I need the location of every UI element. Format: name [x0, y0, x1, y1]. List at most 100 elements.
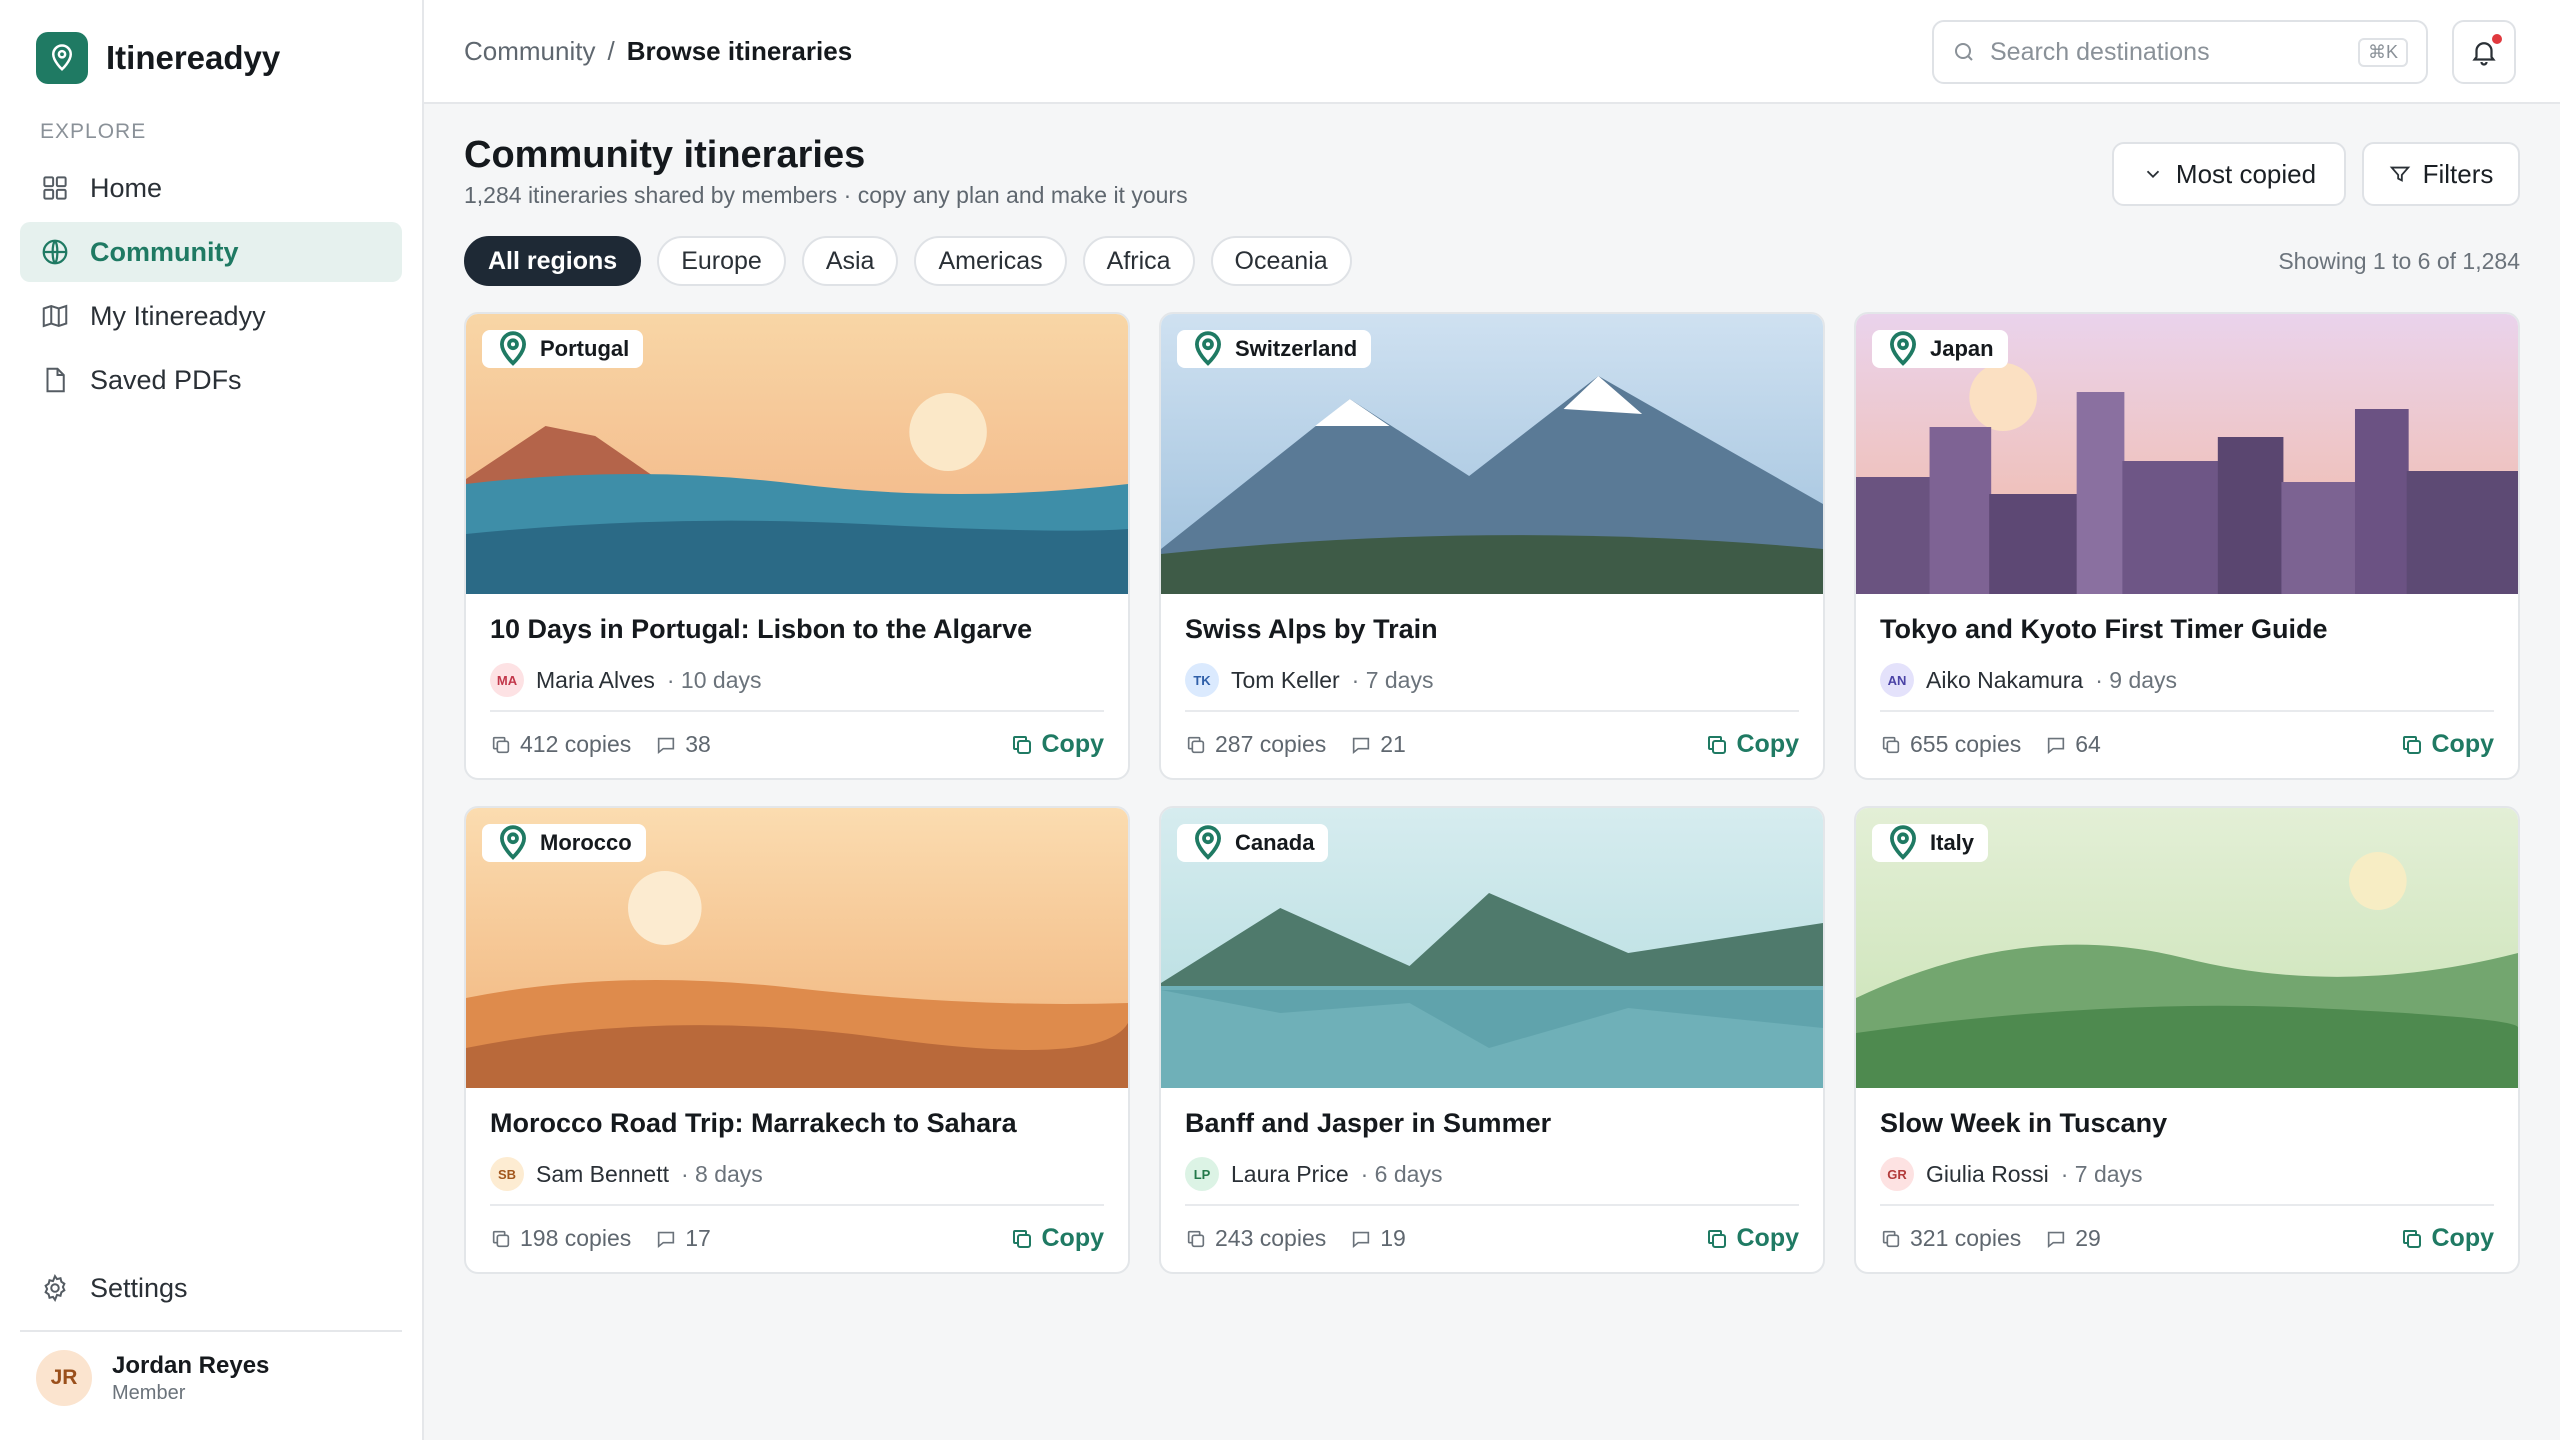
- country-label: Japan: [1930, 336, 1994, 361]
- sidebar-nav: Home Community My Itinereadyy Saved PDFs: [20, 158, 402, 414]
- sidebar-item-my-itinereadyy[interactable]: My Itinereadyy: [20, 286, 402, 346]
- card-footer: 287 copies 21 Copy: [1185, 710, 1799, 759]
- sidebar-item-label: Community: [90, 236, 239, 267]
- comment-icon: [1353, 737, 1370, 754]
- itinerary-card[interactable]: Japan Tokyo and Kyoto First Timer Guide …: [1854, 312, 2520, 780]
- copies-stat: 287 copies: [1185, 731, 1326, 758]
- copy-icon: [1707, 735, 1726, 754]
- sidebar-settings: Settings: [20, 1258, 402, 1322]
- breadcrumb-current: Browse itineraries: [626, 36, 853, 66]
- chip-americas[interactable]: Americas: [914, 236, 1067, 286]
- location-pin-icon: [500, 331, 526, 366]
- copy-button[interactable]: Copy: [1705, 1224, 1799, 1253]
- card-footer: 321 copies 29 Copy: [1880, 1204, 2494, 1253]
- copy-icon: [2402, 735, 2421, 754]
- copies-stat: 198 copies: [490, 1225, 631, 1252]
- region-chips: All regions Europe Asia Americas Africa …: [464, 236, 1352, 286]
- card-illustration: Switzerland: [1161, 314, 1823, 594]
- copies-stat: 412 copies: [490, 731, 631, 758]
- chip-oceania[interactable]: Oceania: [1210, 236, 1352, 286]
- copy-button[interactable]: Copy: [1705, 730, 1799, 759]
- card-title[interactable]: Tokyo and Kyoto First Timer Guide: [1880, 614, 2494, 645]
- avatar: LP: [1185, 1157, 1219, 1191]
- notification-dot: [2492, 34, 2502, 44]
- notifications-button[interactable]: [2452, 20, 2516, 84]
- copy-button[interactable]: Copy: [1010, 730, 1104, 759]
- comments-stat: 64: [2045, 731, 2101, 758]
- search-box[interactable]: ⌘K: [1932, 20, 2428, 84]
- copies-stat: 321 copies: [1880, 1225, 2021, 1252]
- author-name[interactable]: Giulia Rossi: [1926, 1161, 2049, 1188]
- country-label: Portugal: [540, 336, 630, 361]
- avatar: GR: [1880, 1157, 1914, 1191]
- copy-button[interactable]: Copy: [2400, 1224, 2494, 1253]
- author-name[interactable]: Tom Keller: [1231, 667, 1340, 694]
- trip-length: · 10 days: [666, 666, 762, 693]
- author-name[interactable]: Laura Price: [1231, 1161, 1349, 1188]
- breadcrumb-parent[interactable]: Community: [464, 36, 595, 67]
- sidebar-item-settings[interactable]: Settings: [20, 1258, 402, 1318]
- copy-icon: [1187, 1230, 1205, 1247]
- card-title[interactable]: Swiss Alps by Train: [1185, 614, 1799, 645]
- search-input[interactable]: [1990, 37, 2344, 67]
- copy-button[interactable]: Copy: [2400, 730, 2494, 759]
- itinerary-card[interactable]: Canada Banff and Jasper in Summer LP Lau…: [1159, 806, 1825, 1274]
- shortcut-hint: ⌘K: [2357, 37, 2408, 67]
- chip-all-regions[interactable]: All regions: [464, 236, 642, 286]
- chip-asia[interactable]: Asia: [801, 236, 899, 286]
- copy-button[interactable]: Copy: [1010, 1224, 1104, 1253]
- itinerary-card[interactable]: Italy Slow Week in Tuscany GR Giulia Ros…: [1854, 806, 2520, 1274]
- author-name[interactable]: Sam Bennett: [536, 1161, 669, 1188]
- filters-button[interactable]: Filters: [2362, 142, 2520, 206]
- breadcrumb-separator: /: [607, 36, 615, 66]
- sidebar-item-home[interactable]: Home: [20, 158, 402, 218]
- sort-dropdown[interactable]: Most copied: [2112, 142, 2346, 206]
- results-count: Showing 1 to 6 of 1,284: [2278, 248, 2520, 274]
- comment-icon: [2048, 1231, 2065, 1248]
- card-author: GR Giulia Rossi · 7 days: [1880, 1157, 2494, 1191]
- sidebar-item-saved-pdfs[interactable]: Saved PDFs: [20, 350, 402, 410]
- card-title[interactable]: 10 Days in Portugal: Lisbon to the Algar…: [490, 614, 1104, 645]
- itinerary-card[interactable]: Portugal 10 Days in Portugal: Lisbon to …: [464, 312, 1130, 780]
- gear-icon: [44, 1273, 66, 1303]
- sidebar-item-community[interactable]: Community: [20, 222, 402, 282]
- card-illustration: Morocco: [466, 808, 1128, 1088]
- location-pin-icon: [1890, 331, 1916, 366]
- trip-length: · 9 days: [2095, 666, 2178, 693]
- country-badge: Portugal: [482, 330, 644, 368]
- avatar: MA: [490, 663, 524, 697]
- divider: [20, 1330, 402, 1332]
- card-illustration: Japan: [1856, 314, 2518, 594]
- comments-stat: 17: [655, 1225, 711, 1252]
- comment-icon: [2048, 737, 2065, 754]
- itinerary-card[interactable]: Morocco Morocco Road Trip: Marrakech to …: [464, 806, 1130, 1274]
- author-name[interactable]: Aiko Nakamura: [1926, 667, 2083, 694]
- card-title[interactable]: Banff and Jasper in Summer: [1185, 1108, 1799, 1139]
- copy-icon: [492, 736, 510, 753]
- grid-icon: [43, 176, 67, 200]
- copy-icon: [1882, 1230, 1900, 1247]
- itinerary-card[interactable]: Switzerland Swiss Alps by Train TK Tom K…: [1159, 312, 1825, 780]
- comment-icon: [658, 737, 675, 754]
- chevron-down-icon: [2146, 170, 2160, 179]
- copy-icon: [1187, 736, 1205, 753]
- copy-icon: [1012, 1229, 1031, 1248]
- card-title[interactable]: Morocco Road Trip: Marrakech to Sahara: [490, 1108, 1104, 1139]
- user-profile[interactable]: JR Jordan Reyes Member: [36, 1350, 269, 1406]
- trip-length: · 7 days: [2060, 1160, 2143, 1187]
- brand[interactable]: Itinereadyy: [36, 32, 280, 84]
- nav-section-label: EXPLORE: [40, 120, 147, 143]
- chip-europe[interactable]: Europe: [657, 236, 786, 286]
- map-icon: [42, 304, 68, 328]
- filters-label: Filters: [2422, 158, 2494, 189]
- card-title[interactable]: Slow Week in Tuscany: [1880, 1108, 2494, 1139]
- filter-icon: [2389, 166, 2410, 182]
- country-badge: Italy: [1872, 824, 1989, 862]
- card-footer: 412 copies 38 Copy: [490, 710, 1104, 759]
- comment-icon: [1353, 1231, 1370, 1248]
- country-label: Canada: [1235, 830, 1315, 855]
- chip-africa[interactable]: Africa: [1082, 236, 1195, 286]
- avatar: TK: [1185, 663, 1219, 697]
- card-illustration: Canada: [1161, 808, 1823, 1088]
- author-name[interactable]: Maria Alves: [536, 667, 655, 694]
